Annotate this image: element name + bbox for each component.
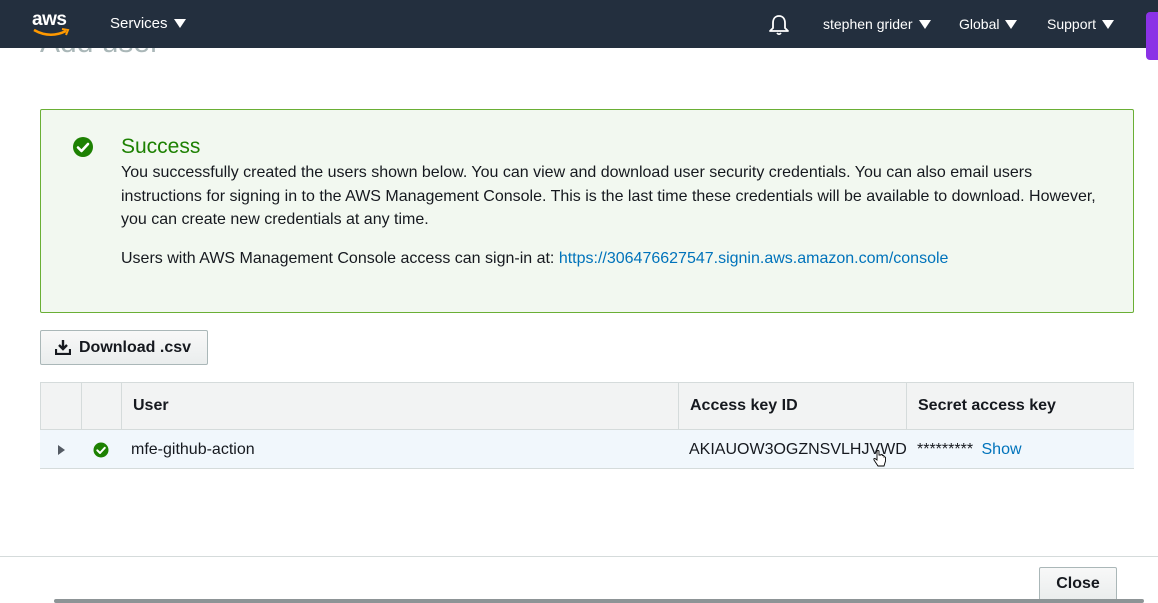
region-menu[interactable]: Global [959, 0, 1018, 48]
success-title: Success [121, 135, 201, 158]
download-csv-label: Download .csv [79, 339, 192, 356]
download-icon [55, 340, 71, 355]
horizontal-scrollbar[interactable] [54, 599, 1144, 603]
account-name: stephen grider [823, 16, 913, 32]
column-header-secret-access-key[interactable]: Secret access key [918, 383, 1056, 429]
account-menu[interactable]: stephen grider [823, 0, 931, 48]
caret-down-icon [1102, 19, 1115, 29]
column-divider [81, 383, 82, 429]
signin-prefix: Users with AWS Management Console access… [121, 250, 555, 267]
download-csv-button[interactable]: Download .csv [40, 330, 208, 365]
services-menu[interactable]: Services [110, 0, 186, 48]
footer-divider [0, 556, 1158, 557]
secret-key-cell: ********* Show [917, 430, 1022, 469]
show-secret-link[interactable]: Show [982, 441, 1022, 458]
services-label: Services [110, 15, 168, 32]
bell-icon[interactable] [767, 13, 791, 37]
table-row: mfe-github-action AKIAUOW3OGZNSVLHJVWD *… [40, 430, 1134, 469]
caret-down-icon [173, 18, 186, 28]
check-circle-icon [73, 137, 93, 157]
aws-smile-icon [33, 28, 70, 36]
user-name-cell: mfe-github-action [131, 441, 255, 458]
column-divider [678, 383, 679, 429]
column-divider [906, 383, 907, 429]
close-button[interactable]: Close [1039, 567, 1117, 601]
signin-info: Users with AWS Management Console access… [121, 250, 948, 268]
secret-key-masked: ********* [917, 441, 974, 458]
side-panel-tab[interactable] [1146, 12, 1158, 60]
success-alert: Success You successfully created the use… [40, 109, 1134, 313]
top-nav-bar: aws Services stephen grider Global Suppo… [0, 0, 1158, 48]
hand-cursor-icon [873, 450, 886, 467]
expand-row-icon[interactable] [58, 445, 65, 455]
support-label: Support [1047, 16, 1097, 32]
aws-logo[interactable]: aws [30, 8, 74, 40]
check-circle-icon [93, 442, 109, 458]
column-header-access-key-id[interactable]: Access key ID [690, 383, 798, 429]
caret-down-icon [918, 19, 931, 29]
support-menu[interactable]: Support [1047, 0, 1115, 48]
signin-url-link[interactable]: https://306476627547.signin.aws.amazon.c… [559, 250, 949, 267]
region-label: Global [959, 16, 1000, 32]
column-divider [121, 383, 122, 429]
caret-down-icon [1005, 19, 1018, 29]
success-message: You successfully created the users shown… [121, 164, 1096, 228]
table-header: User Access key ID Secret access key [40, 382, 1134, 430]
column-header-user[interactable]: User [133, 383, 169, 429]
